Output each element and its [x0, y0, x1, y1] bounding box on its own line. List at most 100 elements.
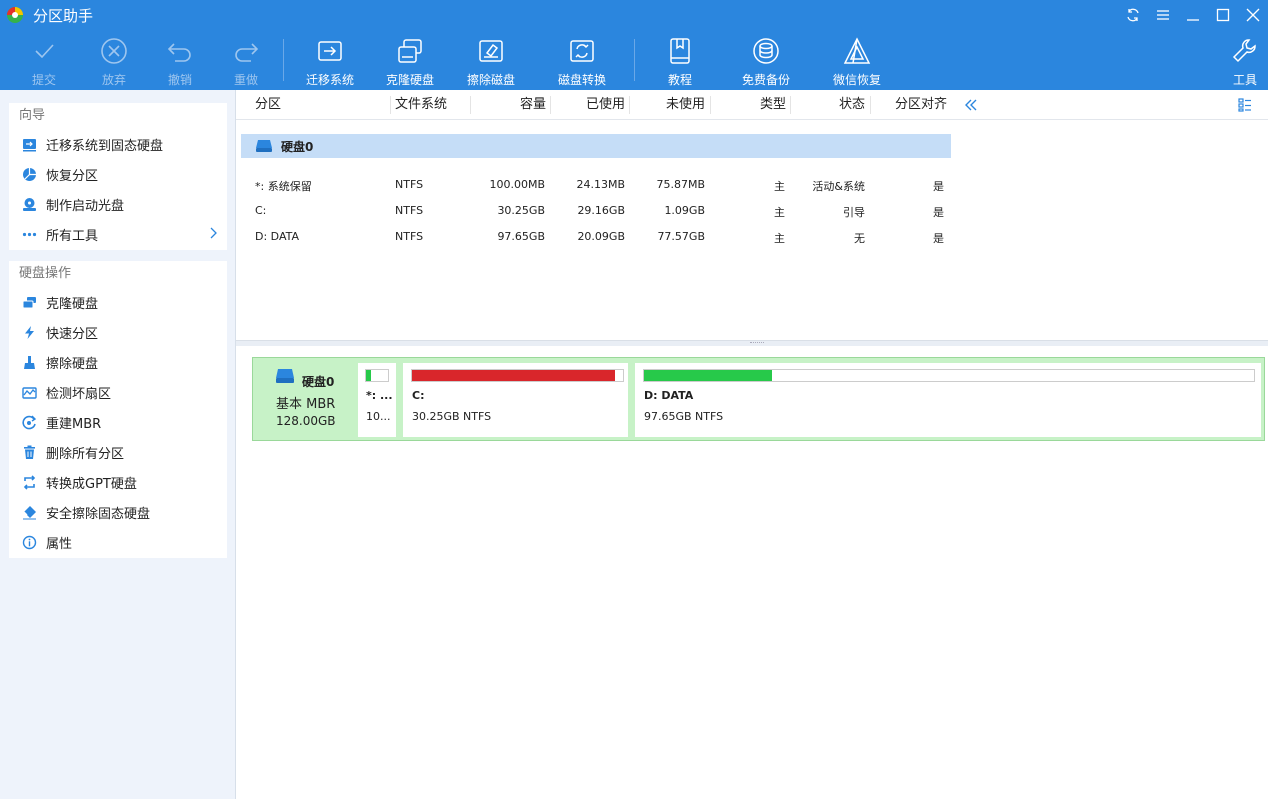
cell-capacity: 97.65GB [497, 230, 545, 243]
sidebar-item-quick-partition[interactable]: 快速分区 [9, 317, 227, 347]
sidebar-item-label: 安全擦除固态硬盘 [46, 506, 151, 522]
sidebar-item-make-bootable-disc[interactable]: 制作启动光盘 [9, 189, 227, 219]
tutorial-button[interactable]: 教程 [644, 34, 716, 87]
checkmark-icon [35, 44, 54, 59]
column-header-partition[interactable]: 分区 [255, 90, 281, 120]
sidebar-item-label: 迁移系统到固态硬盘 [46, 138, 164, 154]
sidebar-item-rebuild-mbr[interactable]: 重建MBR [9, 407, 227, 437]
cell-alignment: 是 [933, 180, 944, 193]
tools-button[interactable]: 工具 [1209, 34, 1268, 87]
window-controls [1118, 0, 1268, 30]
disk-map[interactable]: 硬盘0 基本 MBR 128.00GB *: ... 10... C: 30.2… [252, 357, 1265, 441]
chevron-right-icon [210, 227, 217, 239]
sidebar-item-migrate-os-to-ssd[interactable]: 迁移系统到固态硬盘 [9, 129, 227, 159]
column-header-status[interactable]: 状态 [839, 90, 865, 120]
layout-toggle-icon[interactable] [1238, 98, 1252, 112]
partition-block-info: 10... [366, 410, 391, 423]
sidebar-item-label: 擦除硬盘 [46, 356, 99, 372]
minimize-icon [1187, 19, 1199, 21]
usage-bar [411, 369, 624, 382]
discard-button[interactable]: 放弃 [78, 34, 150, 87]
sidebar-item-label: 转换成GPT硬盘 [46, 476, 137, 492]
sidebar-item-label: 恢复分区 [46, 168, 99, 184]
sidebar-item-label: 制作启动光盘 [46, 198, 125, 214]
toolbar-separator [634, 39, 635, 81]
partition-block-system-reserved[interactable]: *: ... 10... [358, 363, 396, 437]
hard-disk-icon [276, 369, 294, 383]
hard-disk-icon [256, 140, 272, 152]
sidebar-item-secure-erase-ssd[interactable]: 安全擦除固态硬盘 [9, 497, 227, 527]
column-separator [390, 96, 391, 114]
convert-disk-button[interactable]: 磁盘转换 [546, 34, 618, 87]
wipe-disk-button[interactable]: 擦除磁盘 [455, 34, 527, 87]
sidebar: 向导 迁移系统到固态硬盘 恢复分区 制作启动光盘 所有工具 硬盘操作 克隆硬盘 … [0, 90, 236, 799]
undo-icon [167, 43, 191, 62]
column-header-unused[interactable]: 未使用 [666, 90, 705, 120]
sidebar-item-delete-all-partitions[interactable]: 删除所有分区 [9, 437, 227, 467]
close-button[interactable] [1238, 0, 1268, 30]
usage-bar-fill [412, 370, 615, 381]
sidebar-item-recover-partition[interactable]: 恢复分区 [9, 159, 227, 189]
sidebar-item-label: 快速分区 [46, 326, 99, 342]
pane-splitter[interactable] [236, 340, 1268, 346]
cell-partition: D: DATA [255, 230, 300, 243]
cell-used: 20.09GB [577, 230, 625, 243]
partition-block-d-data[interactable]: D: DATA 97.65GB NTFS [635, 363, 1261, 437]
sidebar-item-label: 属性 [46, 536, 73, 552]
column-separator [470, 96, 471, 114]
sidebar-item-label: 所有工具 [46, 228, 99, 244]
minimize-button[interactable] [1178, 0, 1208, 30]
column-header-used[interactable]: 已使用 [586, 90, 625, 120]
double-chevron-left-icon[interactable] [964, 98, 978, 112]
trash-icon [21, 444, 37, 460]
sidebar-item-wipe-disk[interactable]: 擦除硬盘 [9, 347, 227, 377]
column-header-type[interactable]: 类型 [760, 90, 786, 120]
clone-disk-button[interactable]: 克隆硬盘 [374, 34, 446, 87]
usage-bar [643, 369, 1255, 382]
wechat-recovery-button[interactable]: 微信恢复 [821, 34, 893, 87]
column-header-capacity[interactable]: 容量 [520, 90, 546, 120]
sidebar-item-properties[interactable]: 属性 [9, 527, 227, 557]
refresh-button[interactable] [1118, 0, 1148, 30]
disk-map-size: 128.00GB [276, 414, 336, 428]
sidebar-item-clone-disk[interactable]: 克隆硬盘 [9, 287, 227, 317]
undo-button[interactable]: 撤销 [144, 34, 216, 87]
table-row[interactable]: D: DATA NTFS 97.65GB 20.09GB 77.57GB 主 无… [236, 224, 956, 250]
cell-unused: 1.09GB [664, 204, 705, 217]
table-row[interactable]: C: NTFS 30.25GB 29.16GB 1.09GB 主 引导 是 [236, 198, 956, 224]
cell-used: 29.16GB [577, 204, 625, 217]
cell-status: 活动&系统 [812, 180, 865, 193]
column-header-filesystem[interactable]: 文件系统 [395, 90, 447, 120]
table-row[interactable]: *: 系统保留 NTFS 100.00MB 24.13MB 75.87MB 主 … [236, 172, 956, 198]
redo-button[interactable]: 重做 [210, 34, 282, 87]
cell-unused: 77.57GB [657, 230, 705, 243]
sidebar-item-convert-to-gpt[interactable]: 转换成GPT硬盘 [9, 467, 227, 497]
eraser-icon [21, 504, 37, 520]
recover-partition-icon [21, 166, 37, 182]
disk-row-selected[interactable]: 硬盘0 [241, 134, 951, 158]
sidebar-item-label: 检测坏扇区 [46, 386, 112, 402]
more-icon [21, 226, 37, 242]
sidebar-item-check-bad-sectors[interactable]: 检测坏扇区 [9, 377, 227, 407]
partition-block-info: 97.65GB NTFS [644, 410, 724, 423]
free-backup-button[interactable]: 免费备份 [730, 34, 802, 87]
cancel-circle-icon [101, 38, 127, 64]
clone-disk-icon [398, 39, 422, 63]
disk-operations-panel: 硬盘操作 克隆硬盘 快速分区 擦除硬盘 检测坏扇区 重建MBR 删除所有分区 转… [9, 261, 227, 558]
submit-button[interactable]: 提交 [8, 34, 80, 87]
menu-button[interactable] [1148, 0, 1178, 30]
partition-table-header: 分区 文件系统 容量 已使用 未使用 类型 状态 分区对齐 [236, 90, 1268, 120]
column-header-alignment[interactable]: 分区对齐 [895, 90, 947, 120]
close-icon [1246, 8, 1260, 22]
maximize-icon [1216, 8, 1230, 22]
partition-block-info: 30.25GB NTFS [412, 410, 492, 423]
column-separator [870, 96, 871, 114]
sidebar-item-label: 重建MBR [46, 416, 102, 432]
partition-block-c[interactable]: C: 30.25GB NTFS [403, 363, 628, 437]
redo-icon [235, 43, 259, 62]
migrate-os-button[interactable]: 迁移系统 [294, 34, 366, 87]
bootable-disc-icon [21, 196, 37, 212]
sidebar-item-all-tools[interactable]: 所有工具 [9, 219, 227, 249]
disk-name: 硬盘0 [281, 140, 314, 154]
maximize-button[interactable] [1208, 0, 1238, 30]
